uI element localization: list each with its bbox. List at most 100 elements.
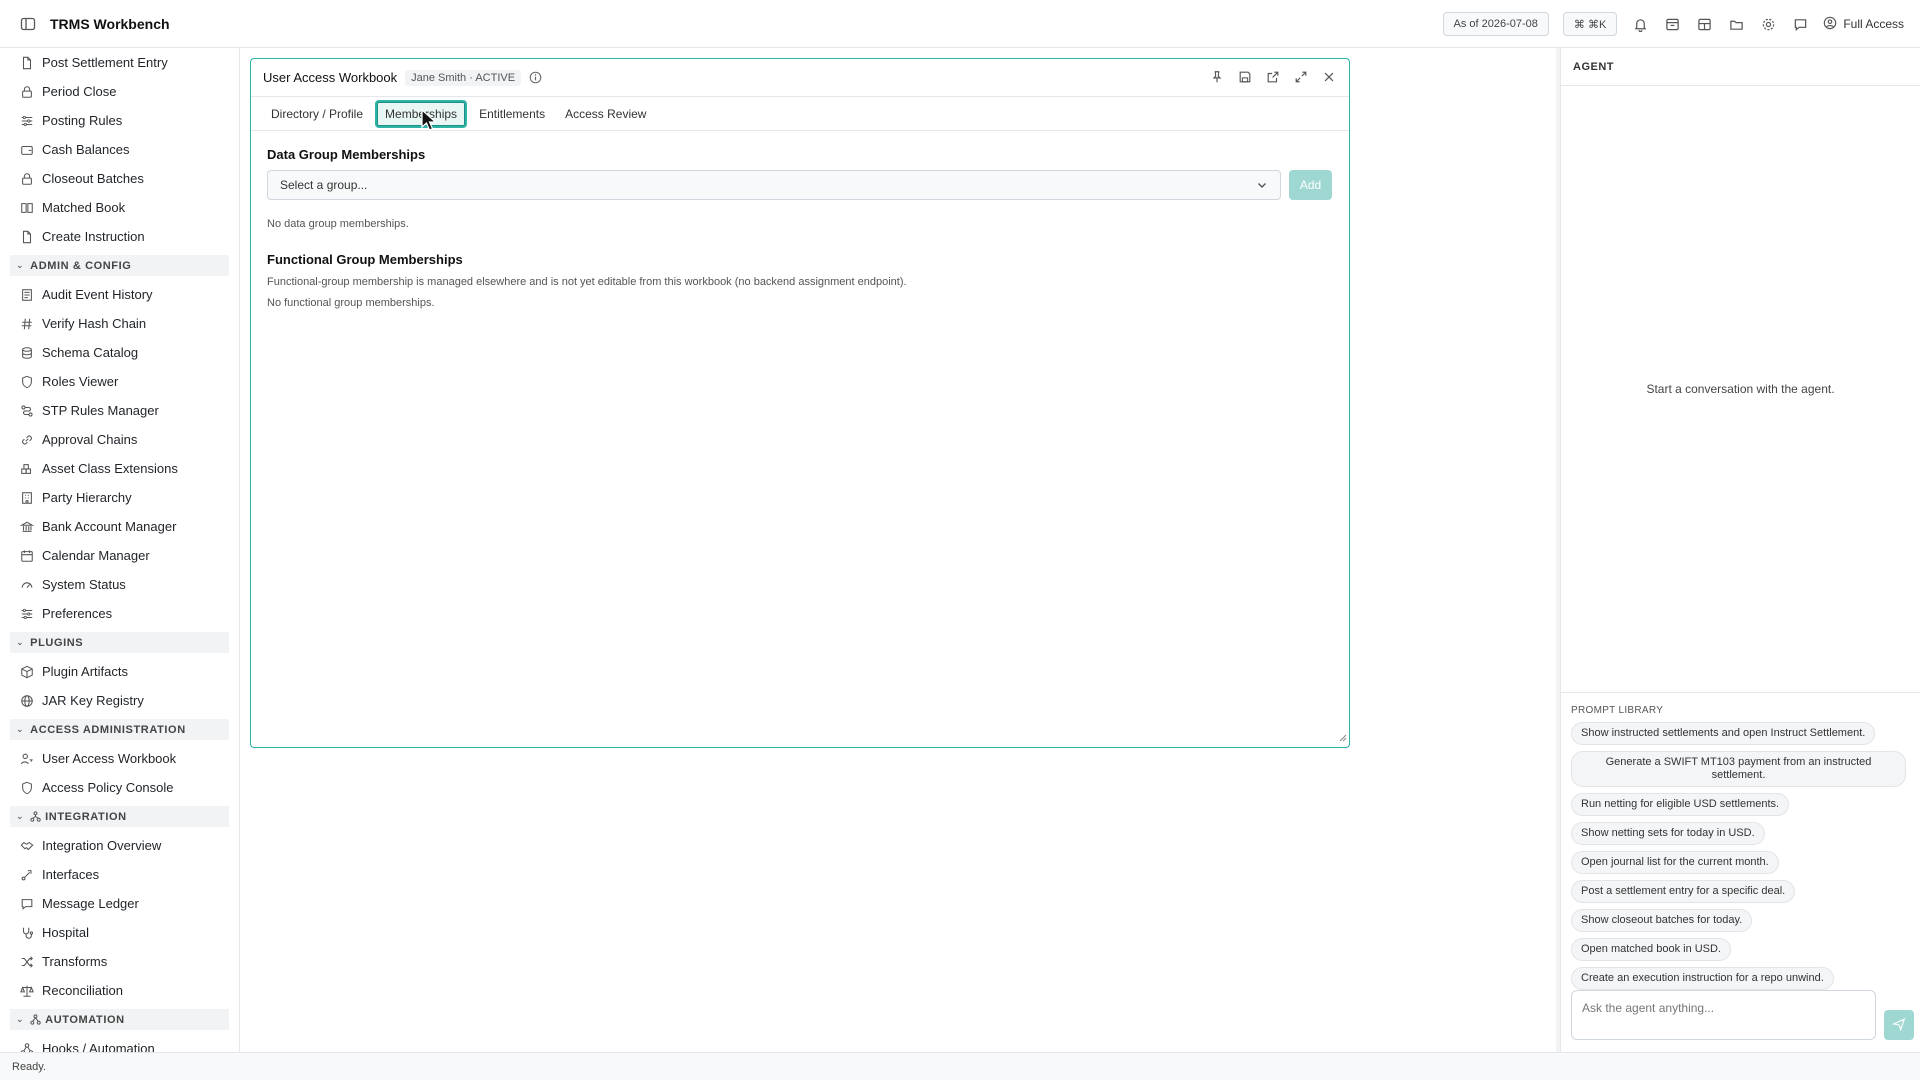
sidebar-item-hooks-automation[interactable]: Hooks / Automation — [0, 1034, 239, 1052]
layout-icon[interactable] — [1695, 15, 1713, 33]
user-key-icon — [20, 752, 34, 766]
sidebar-item-label: Approval Chains — [42, 432, 138, 447]
section-label: AUTOMATION — [45, 1013, 125, 1026]
sidebar-item-label: Transforms — [42, 954, 108, 969]
prompt-chip[interactable]: Create an execution instruction for a re… — [1571, 967, 1834, 990]
sidebar-item-calendar-manager[interactable]: Calendar Manager — [0, 541, 239, 570]
sidebar-item-period-close[interactable]: Period Close — [0, 77, 239, 106]
sidebar-item-plugin-artifacts[interactable]: Plugin Artifacts — [0, 657, 239, 686]
prompt-chip[interactable]: Generate a SWIFT MT103 payment from an i… — [1571, 751, 1906, 787]
send-button[interactable] — [1884, 1010, 1914, 1040]
maximize-icon[interactable] — [1293, 69, 1309, 85]
sidebar-item-posting-rules[interactable]: Posting Rules — [0, 106, 239, 135]
prompt-chip[interactable]: Post a settlement entry for a specific d… — [1571, 880, 1796, 903]
agent-input[interactable]: Ask the agent anything... — [1571, 990, 1876, 1040]
section-automation[interactable]: ⌄ AUTOMATION — [10, 1009, 229, 1030]
pin-icon[interactable] — [1209, 69, 1225, 85]
sidebar-item-verify-hash-chain[interactable]: Verify Hash Chain — [0, 309, 239, 338]
prompt-chip[interactable]: Open journal list for the current month. — [1571, 851, 1779, 874]
lock-icon — [20, 85, 34, 99]
sidebar-item-roles-viewer[interactable]: Roles Viewer — [0, 367, 239, 396]
section-integration[interactable]: ⌄ INTEGRATION — [10, 806, 229, 827]
shield-icon — [20, 375, 34, 389]
gear-icon[interactable] — [1759, 15, 1777, 33]
archive-icon[interactable] — [1663, 15, 1681, 33]
sidebar-item-party-hierarchy[interactable]: Party Hierarchy — [0, 483, 239, 512]
sidebar-item-schema-catalog[interactable]: Schema Catalog — [0, 338, 239, 367]
add-group-button[interactable]: Add — [1289, 170, 1332, 200]
info-icon[interactable] — [529, 71, 542, 84]
sidebar-item-label: Post Settlement Entry — [42, 55, 168, 70]
sidebar-item-interfaces[interactable]: Interfaces — [0, 860, 239, 889]
tab-entitlements[interactable]: Entitlements — [471, 101, 553, 127]
access-level-indicator[interactable]: Full Access — [1823, 16, 1904, 33]
agent-title: AGENT — [1561, 48, 1920, 86]
sidebar-item-reconciliation[interactable]: Reconciliation — [0, 976, 239, 1005]
sidebar-item-access-policy-console[interactable]: Access Policy Console — [0, 773, 239, 802]
handshake-icon — [20, 839, 34, 853]
sidebar-item-message-ledger[interactable]: Message Ledger — [0, 889, 239, 918]
command-palette-button[interactable]: ⌘ ⌘K — [1562, 12, 1618, 36]
external-link-icon[interactable] — [1265, 69, 1281, 85]
section-admin-config[interactable]: ⌄ ADMIN & CONFIG — [10, 255, 229, 276]
sidebar-item-label: Preferences — [42, 606, 113, 621]
sidebar-item-label: JAR Key Registry — [42, 693, 144, 708]
sidebar-item-post-settlement-entry[interactable]: Post Settlement Entry — [0, 48, 239, 77]
prompt-chip[interactable]: Show closeout batches for today. — [1571, 909, 1753, 932]
sidebar-item-closeout-batches[interactable]: Closeout Batches — [0, 164, 239, 193]
sidebar-item-hospital[interactable]: Hospital — [0, 918, 239, 947]
tab-directory-profile[interactable]: Directory / Profile — [263, 101, 371, 127]
prompt-chip[interactable]: Run netting for eligible USD settlements… — [1571, 793, 1790, 816]
tab-bar: Directory / Profile Memberships Entitlem… — [251, 97, 1349, 131]
prompt-chip[interactable]: Open matched book in USD. — [1571, 938, 1732, 961]
sidebar-item-transforms[interactable]: Transforms — [0, 947, 239, 976]
folder-icon[interactable] — [1727, 15, 1745, 33]
sidebar-item-integration-overview[interactable]: Integration Overview — [0, 831, 239, 860]
sidebar-item-label: Calendar Manager — [42, 548, 150, 563]
sidebar-item-label: Integration Overview — [42, 838, 162, 853]
sidebar-item-cash-balances[interactable]: Cash Balances — [0, 135, 239, 164]
interface-icon — [20, 868, 34, 882]
data-group-memberships-heading: Data Group Memberships — [267, 147, 426, 162]
functional-group-note: Functional-group membership is managed e… — [267, 276, 907, 288]
close-icon[interactable] — [1321, 69, 1337, 85]
wallet-icon — [20, 143, 34, 157]
lock-icon — [20, 172, 34, 186]
save-icon[interactable] — [1237, 69, 1253, 85]
sidebar-item-jar-key-registry[interactable]: JAR Key Registry — [0, 686, 239, 715]
sidebar-item-stp-rules-manager[interactable]: STP Rules Manager — [0, 396, 239, 425]
tab-access-review[interactable]: Access Review — [557, 101, 654, 127]
section-plugins[interactable]: ⌄ PLUGINS — [10, 632, 229, 653]
sidebar-item-bank-account-manager[interactable]: Bank Account Manager — [0, 512, 239, 541]
sidebar-item-preferences[interactable]: Preferences — [0, 599, 239, 628]
prompt-library-label: PROMPT LIBRARY — [1571, 705, 1664, 716]
sidebar-toggle-icon[interactable] — [18, 14, 38, 34]
chevron-down-icon: ⌄ — [16, 1014, 25, 1024]
bell-icon[interactable] — [1631, 15, 1649, 33]
sidebar-item-approval-chains[interactable]: Approval Chains — [0, 425, 239, 454]
blocks-icon — [20, 462, 34, 476]
no-functional-groups-text: No functional group memberships. — [267, 297, 435, 309]
sidebar-item-asset-class-extensions[interactable]: Asset Class Extensions — [0, 454, 239, 483]
sidebar-item-user-access-workbook[interactable]: User Access Workbook — [0, 744, 239, 773]
sidebar-item-system-status[interactable]: System Status — [0, 570, 239, 599]
sidebar-item-create-instruction[interactable]: Create Instruction — [0, 222, 239, 251]
shuffle-icon — [20, 955, 34, 969]
user-circle-icon — [1823, 16, 1837, 33]
section-access-administration[interactable]: ⌄ ACCESS ADMINISTRATION — [10, 719, 229, 740]
agent-input-placeholder: Ask the agent anything... — [1582, 1001, 1715, 1015]
bank-icon — [20, 520, 34, 534]
chevron-down-icon: ⌄ — [16, 724, 25, 734]
resize-handle-icon[interactable] — [1339, 730, 1347, 745]
sidebar-item-label: Reconciliation — [42, 983, 123, 998]
sidebar-item-audit-event-history[interactable]: Audit Event History — [0, 280, 239, 309]
as-of-date-button[interactable]: As of 2026-07-08 — [1442, 12, 1549, 36]
agent-empty-state: Start a conversation with the agent. — [1646, 382, 1835, 396]
sidebar-item-label: Party Hierarchy — [42, 490, 132, 505]
prompt-chip[interactable]: Show netting sets for today in USD. — [1571, 822, 1765, 845]
chat-icon[interactable] — [1791, 15, 1809, 33]
sidebar-item-matched-book[interactable]: Matched Book — [0, 193, 239, 222]
prompt-chip[interactable]: Show instructed settlements and open Ins… — [1571, 722, 1876, 745]
group-select[interactable]: Select a group... — [267, 170, 1281, 200]
sidebar-item-label: Audit Event History — [42, 287, 153, 302]
